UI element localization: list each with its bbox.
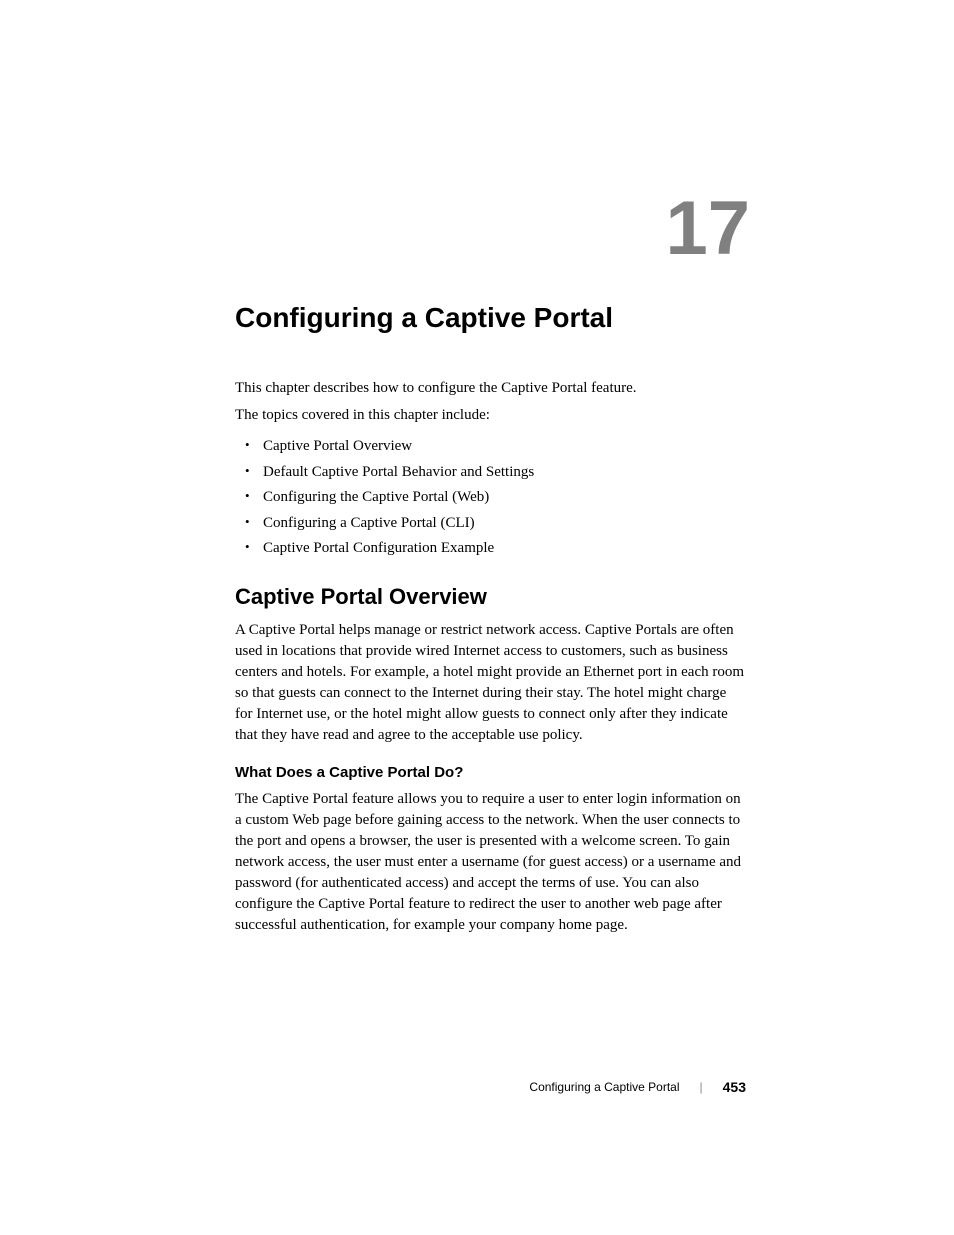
topic-item: Captive Portal Configuration Example [263, 536, 744, 562]
chapter-title: Configuring a Captive Portal [235, 302, 744, 334]
subsection-heading: What Does a Captive Portal Do? [235, 764, 744, 781]
topics-list: Captive Portal Overview Default Captive … [235, 434, 744, 562]
topic-item: Captive Portal Overview [263, 434, 744, 460]
footer-chapter-title: Configuring a Captive Portal [529, 1080, 679, 1094]
footer-page-number: 453 [723, 1079, 746, 1095]
intro-text-2: The topics covered in this chapter inclu… [235, 405, 744, 426]
section-body-overview: A Captive Portal helps manage or restric… [235, 620, 744, 746]
topic-item: Configuring a Captive Portal (CLI) [263, 511, 744, 537]
subsection-body: The Captive Portal feature allows you to… [235, 789, 744, 936]
topic-item: Default Captive Portal Behavior and Sett… [263, 460, 744, 486]
intro-text-1: This chapter describes how to configure … [235, 378, 744, 399]
chapter-number: 17 [235, 185, 750, 272]
page-footer: Configuring a Captive Portal | 453 [529, 1079, 746, 1095]
topic-item: Configuring the Captive Portal (Web) [263, 485, 744, 511]
footer-separator: | [700, 1080, 703, 1094]
section-heading-overview: Captive Portal Overview [235, 584, 744, 610]
